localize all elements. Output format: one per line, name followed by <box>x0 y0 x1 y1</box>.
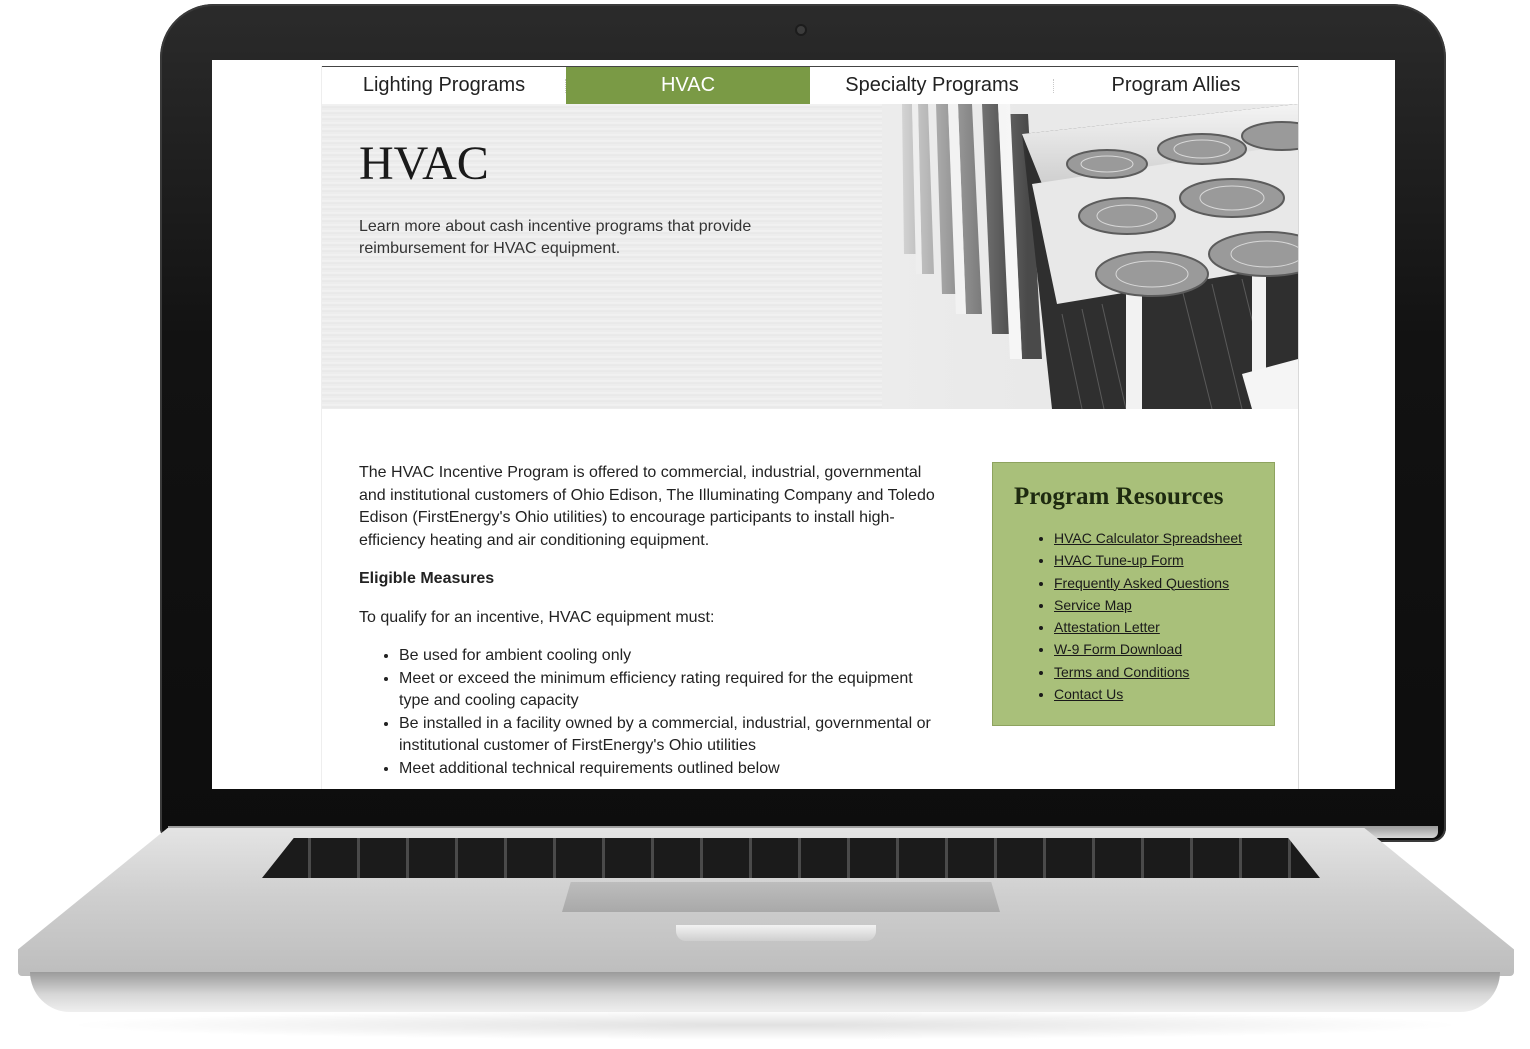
rooftop-hvac-units-image <box>882 104 1298 409</box>
webpage: Lighting Programs HVAC Specialty Program… <box>321 66 1299 789</box>
laptop-trackpad <box>562 882 1000 912</box>
list-item: HVAC Calculator Spreadsheet <box>1054 527 1242 549</box>
list-item: Meet additional technical requirements o… <box>399 758 939 781</box>
link-attestation-letter[interactable]: Attestation Letter <box>1054 619 1160 635</box>
link-contact-us[interactable]: Contact Us <box>1054 686 1123 702</box>
link-terms-and-conditions[interactable]: Terms and Conditions <box>1054 664 1189 680</box>
list-item: Be installed in a facility owned by a co… <box>399 713 939 758</box>
program-intro: The HVAC Incentive Program is offered to… <box>359 464 935 549</box>
list-item: Contact Us <box>1054 683 1242 705</box>
nav-item-hvac[interactable]: HVAC <box>566 67 810 104</box>
nav-item-label: HVAC <box>660 74 716 96</box>
nav-item-label: Lighting Programs <box>362 74 526 96</box>
list-item: Frequently Asked Questions <box>1054 572 1242 594</box>
hero-description: Learn more about cash incentive programs… <box>359 218 752 257</box>
hero-banner: HVAC Learn more about cash incentive pro… <box>322 104 1298 409</box>
page-title: HVAC <box>359 137 489 190</box>
laptop-screen: Lighting Programs HVAC Specialty Program… <box>212 60 1395 789</box>
list-item: Service Map <box>1054 594 1242 616</box>
program-resources-panel: Program Resources HVAC Calculator Spread… <box>992 462 1275 726</box>
laptop-base-edge <box>30 972 1500 1012</box>
list-item: W-9 Form Download <box>1054 638 1242 660</box>
link-w9-form-download[interactable]: W-9 Form Download <box>1054 641 1182 657</box>
resources-list: HVAC Calculator Spreadsheet HVAC Tune-up… <box>1014 527 1242 705</box>
laptop-shadow <box>60 1010 1470 1040</box>
laptop-front-notch <box>676 925 876 941</box>
program-resources-title: Program Resources <box>1014 483 1224 510</box>
list-item: Attestation Letter <box>1054 616 1242 638</box>
list-item: Be used for ambient cooling only <box>399 645 939 668</box>
qualify-text: To qualify for an incentive, HVAC equipm… <box>359 608 715 626</box>
list-item: Terms and Conditions <box>1054 661 1242 683</box>
main-nav: Lighting Programs HVAC Specialty Program… <box>322 66 1298 104</box>
link-hvac-tune-up-form[interactable]: HVAC Tune-up Form <box>1054 552 1184 568</box>
list-item: Meet or exceed the minimum efficiency ra… <box>399 668 939 713</box>
link-service-map[interactable]: Service Map <box>1054 597 1132 613</box>
list-item: HVAC Tune-up Form <box>1054 549 1242 571</box>
nav-item-program-allies[interactable]: Program Allies <box>1054 67 1298 104</box>
nav-item-label: Program Allies <box>1111 74 1241 96</box>
main-content: The HVAC Incentive Program is offered to… <box>359 462 939 780</box>
nav-item-label: Specialty Programs <box>845 74 1019 96</box>
eligible-measures-heading: Eligible Measures <box>359 570 495 587</box>
nav-item-lighting-programs[interactable]: Lighting Programs <box>322 67 566 104</box>
requirements-list: Be used for ambient cooling only Meet or… <box>359 645 939 780</box>
link-hvac-calculator-spreadsheet[interactable]: HVAC Calculator Spreadsheet <box>1054 530 1242 546</box>
laptop-keyboard <box>262 838 1320 878</box>
webcam-icon <box>797 26 805 34</box>
link-faq[interactable]: Frequently Asked Questions <box>1054 575 1229 591</box>
nav-item-specialty-programs[interactable]: Specialty Programs <box>810 67 1054 104</box>
